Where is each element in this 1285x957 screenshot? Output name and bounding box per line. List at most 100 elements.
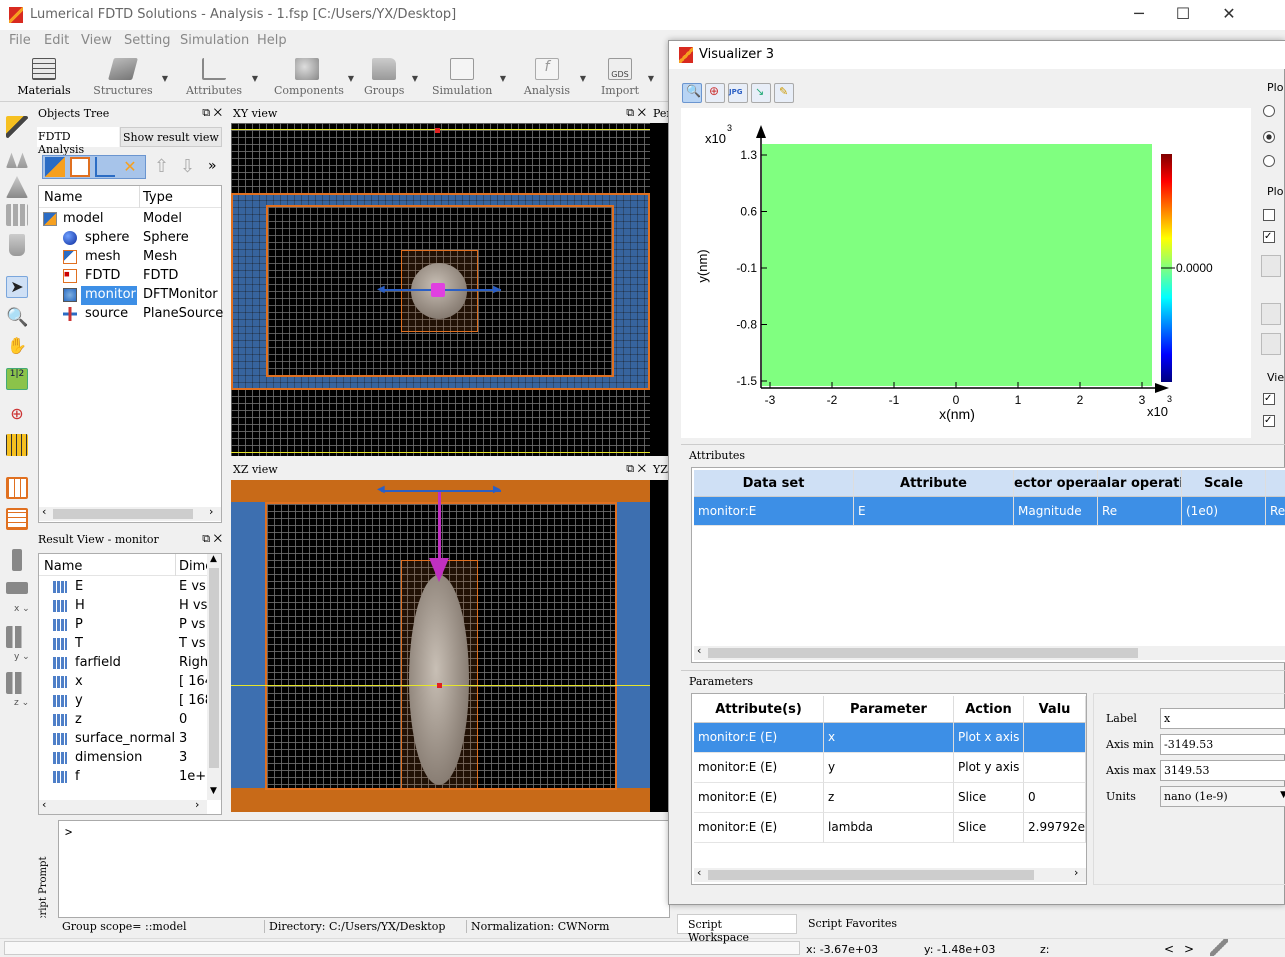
pan-hand-icon[interactable]: ✋ — [6, 336, 28, 358]
add-group-icon[interactable] — [70, 157, 90, 177]
result-vertical-scrollbar[interactable]: ▲ ▼ — [207, 554, 221, 800]
param-cell[interactable]: lambda — [824, 813, 954, 843]
param-cell[interactable]: monitor:E (E) — [694, 723, 824, 753]
tree-horizontal-scrollbar[interactable]: ‹ › — [39, 505, 221, 521]
result-horizontal-scrollbar[interactable]: ‹ › — [39, 798, 207, 814]
remove-icon[interactable]: ✕ — [120, 157, 140, 177]
prev-button[interactable]: < — [1164, 942, 1174, 956]
chevron-down-icon[interactable]: ▼ — [348, 74, 354, 83]
simulation-button[interactable]: Simulation ▼ — [432, 56, 506, 100]
tree-item-source[interactable]: source PlaneSource — [41, 305, 223, 324]
tree-item-fdtd[interactable]: ◼ FDTD FDTD — [41, 267, 221, 286]
zoom-icon[interactable]: 🔍 — [682, 83, 702, 103]
param-cell[interactable]: Plot x axis — [954, 723, 1024, 753]
result-list-item[interactable]: f 1e+1 — [41, 768, 214, 787]
tree-item-monitor[interactable]: monitor DFTMonitor — [41, 286, 221, 305]
result-list-item[interactable]: T T vs — [41, 635, 207, 654]
attr-cell-attribute[interactable]: E — [854, 497, 1014, 526]
close-icon[interactable]: ⧉ ✕ — [626, 462, 646, 476]
chevron-down-icon[interactable]: ▼ — [162, 74, 168, 83]
more-icon[interactable]: » — [208, 158, 217, 174]
param-cell[interactable] — [1024, 753, 1086, 783]
import-button[interactable]: GDS Import ▼ — [600, 56, 654, 100]
param-cell[interactable]: monitor:E (E) — [694, 753, 824, 783]
minimize-button[interactable]: ─ — [1124, 4, 1154, 24]
menu-help[interactable]: Help — [257, 33, 287, 48]
menu-setting[interactable]: Setting — [124, 33, 171, 48]
plot-option-button-2[interactable] — [1261, 303, 1281, 325]
tree-item-mesh[interactable]: mesh Mesh — [41, 248, 221, 267]
close-icon[interactable]: ⧉ ✕ — [202, 532, 222, 546]
result-list-item[interactable]: dimension 3 — [41, 749, 207, 768]
param-cell[interactable]: 2.99792e+ — [1024, 813, 1086, 843]
data-cursor-icon[interactable]: ↘ — [751, 83, 771, 103]
plot-checkbox-1[interactable] — [1263, 209, 1275, 221]
tree-item-model[interactable]: model Model — [41, 210, 221, 229]
result-list-item[interactable]: surface_normal 3 — [41, 730, 207, 749]
tab-script-workspace[interactable]: Script Workspace — [677, 914, 797, 944]
move-down-icon[interactable]: ⇩ — [180, 156, 195, 177]
label-input[interactable]: x — [1160, 708, 1285, 729]
array-icon[interactable] — [6, 204, 28, 226]
xy-view-canvas[interactable]: ◀ ▶ — [231, 123, 650, 456]
param-cell[interactable]: monitor:E (E) — [694, 783, 824, 813]
script-prompt-input[interactable]: > — [58, 820, 670, 918]
edit-pencil-icon[interactable] — [6, 116, 28, 138]
parameters-scrollbar[interactable]: ‹ › — [694, 866, 1086, 882]
param-cell[interactable]: Slice — [954, 813, 1024, 843]
layout-icon[interactable] — [6, 477, 28, 499]
slider-x-icon[interactable] — [6, 582, 28, 594]
param-cell[interactable]: 0 — [1024, 783, 1086, 813]
result-list-item[interactable]: farfield Righ — [41, 654, 208, 673]
slider-z-icon[interactable] — [6, 672, 28, 694]
components-button[interactable]: Components ▼ — [274, 56, 354, 100]
tab-script-favorites[interactable]: Script Favorites — [798, 914, 918, 934]
attr-cell-scalar-op[interactable]: Re — [1098, 497, 1182, 526]
zoom-reset-icon[interactable]: ⊕ — [705, 83, 725, 103]
axis-min-input[interactable]: -3149.53 — [1160, 734, 1285, 755]
param-cell[interactable] — [1024, 723, 1086, 753]
wrench-icon[interactable] — [1210, 939, 1228, 956]
tab-show-result-view[interactable]: Show result view — [120, 127, 222, 147]
close-button[interactable]: ✕ — [1214, 4, 1244, 24]
structures-button[interactable]: Structures ▼ — [92, 56, 168, 100]
close-icon[interactable]: ⧉ ✕ — [202, 106, 222, 120]
zoom-extent-icon[interactable]: ⊕ — [6, 404, 28, 426]
move-up-icon[interactable]: ⇧ — [154, 156, 169, 177]
param-cell[interactable]: Slice — [954, 783, 1024, 813]
units-select[interactable]: nano (1e-9) ▼ — [1160, 786, 1285, 807]
tree-item-sphere[interactable]: sphere Sphere — [41, 229, 221, 248]
perspective-view-canvas[interactable] — [650, 123, 670, 456]
materials-button[interactable]: Materials — [16, 56, 72, 100]
yz-view-canvas[interactable] — [650, 480, 670, 812]
result-list-item[interactable]: H H vs — [41, 597, 207, 616]
plot-type-radio-3[interactable] — [1263, 155, 1275, 167]
zoom-icon[interactable]: 🔍 — [6, 307, 28, 329]
attributes-button[interactable]: Attributes ▼ — [184, 56, 258, 100]
result-list-item[interactable]: P P vs — [41, 616, 207, 635]
trash-icon[interactable] — [9, 234, 25, 256]
attr-cell-scale[interactable]: (1e0) — [1182, 497, 1266, 526]
grid-icon[interactable] — [6, 434, 28, 456]
view-checkbox-1[interactable]: ✓ — [1263, 393, 1275, 405]
param-cell[interactable]: monitor:E (E) — [694, 813, 824, 843]
param-cell[interactable]: Plot y axis — [954, 753, 1024, 783]
attr-cell-vector-op[interactable]: Magnitude — [1014, 497, 1098, 526]
attr-cell-extra[interactable]: Re — [1266, 497, 1285, 526]
groups-button[interactable]: Groups ▼ — [364, 56, 418, 100]
export-jpg-icon[interactable]: JPG — [728, 83, 748, 103]
maximize-button[interactable]: ☐ — [1168, 4, 1198, 24]
axis-max-input[interactable]: 3149.53 — [1160, 760, 1285, 781]
result-list-item[interactable]: z 0 — [41, 711, 207, 730]
attr-cell-dataset[interactable]: monitor:E — [694, 497, 854, 526]
plot-option-button-1[interactable] — [1261, 255, 1281, 277]
view-checkbox-2[interactable]: ✓ — [1263, 415, 1275, 427]
chevron-down-icon[interactable]: ▼ — [500, 74, 506, 83]
slider-y-icon[interactable] — [6, 626, 28, 648]
tab-fdtd-analysis[interactable]: FDTD Analysis — [37, 127, 119, 156]
chevron-down-icon[interactable]: ▼ — [252, 74, 258, 83]
result-list-item[interactable]: y [ 168 — [41, 692, 213, 711]
menu-simulation[interactable]: Simulation — [180, 33, 249, 48]
param-cell[interactable]: y — [824, 753, 954, 783]
xz-view-canvas[interactable]: ◀ ▶ — [231, 480, 650, 812]
